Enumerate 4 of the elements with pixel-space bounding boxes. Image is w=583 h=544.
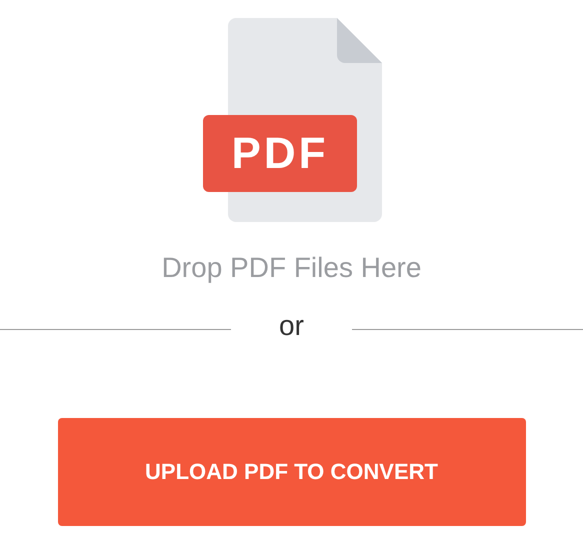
separator-label: or [278, 309, 305, 343]
drop-hint: Drop PDF Files Here [162, 251, 422, 285]
upload-button[interactable]: UPLOAD PDF TO CONVERT [58, 418, 526, 526]
file-type-badge: PDF [203, 115, 357, 192]
